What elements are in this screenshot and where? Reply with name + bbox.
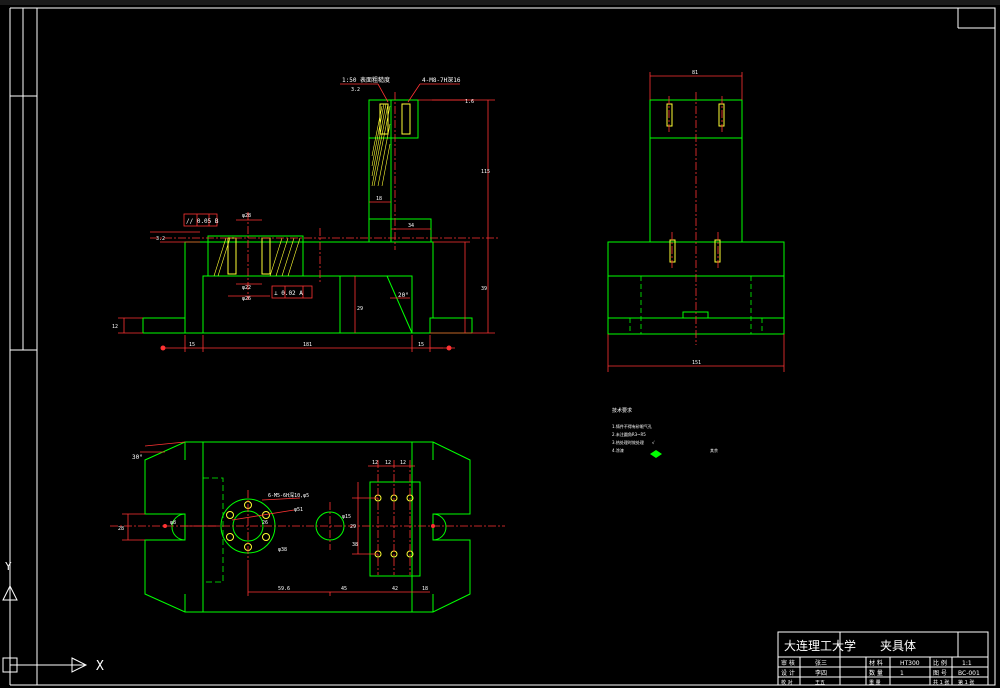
school-name: 大连理工大学 — [784, 638, 856, 653]
tb-r3-c1: 校 对 — [781, 679, 793, 686]
top-dim-b: 45 — [341, 586, 347, 592]
top-row-dim: 29 — [350, 524, 356, 530]
section-hatch — [213, 103, 391, 277]
tb-r1-c2: 张三 — [815, 659, 827, 667]
roughness-2: 1.6 — [465, 99, 474, 105]
note-2: 2.未注圆角R3~R5 — [612, 431, 646, 437]
dim-bore-b: φ26 — [242, 296, 251, 302]
tb-r1-c3: 材 料 — [869, 659, 883, 667]
note-3: 3.热处理时效处理 — [612, 439, 644, 445]
ucs-icon[interactable] — [2, 584, 88, 673]
ucs-y-label: Y — [5, 560, 12, 573]
notes-side-mark: √ — [652, 440, 655, 445]
top-dim-small: φ8 — [170, 520, 176, 526]
dim-angle: 20° — [398, 292, 409, 299]
tb-r1-c6: 1:1 — [962, 660, 972, 667]
dim-bore-top: φ28 — [242, 213, 251, 219]
dim-slot-width: 34 — [408, 223, 414, 229]
top-dim-d: 18 — [422, 586, 428, 592]
tb-r3-c3: 重 量 — [869, 679, 881, 686]
tb-r2-c3: 数 量 — [869, 669, 883, 677]
top-dim-hole: φ15 — [342, 514, 351, 520]
tol-perpendicular: ⊥ 0.02 A — [274, 290, 303, 297]
tb-r2-c4: 1 — [900, 670, 904, 677]
top-dim-pcd: φ51 — [294, 507, 303, 513]
top-hole-callout: 6-M5-6H深10,φ5 — [268, 492, 309, 499]
notes-heading: 技术要求 — [612, 407, 632, 414]
tb-r2-c2: 李四 — [815, 669, 827, 677]
dim-col-width: 18 — [376, 196, 382, 202]
notes-roughness-label: 其余 — [710, 447, 718, 453]
roughness-symbol-icon — [650, 450, 662, 458]
dim-width-total: 181 — [303, 342, 312, 348]
top-dim-bore: φ38 — [278, 547, 287, 553]
front-view: 1:50 表面粗糙度 4-M8-7H深16 115 39 181 15 15 3… — [112, 76, 500, 352]
top-center-offset: 26 — [262, 520, 268, 526]
front-callout-thread: 4-M8-7H深16 — [422, 76, 461, 84]
title-block-text: 大连理工大学 夹具体 审 核 张三 材 料 HT300 比 例 1:1 设 计 … — [781, 638, 980, 686]
tb-r1-c1: 审 核 — [781, 659, 795, 667]
tol-parallel: // 0.05 B — [186, 218, 219, 225]
part-name: 夹具体 — [880, 639, 916, 653]
tb-r2-c6: BC-001 — [958, 670, 980, 677]
roughness-1: 3.2 — [156, 236, 165, 242]
tb-r1-c5: 比 例 — [933, 659, 947, 667]
dim-inner-height: 29 — [357, 306, 363, 312]
tb-r3-c5: 共 1 张 — [933, 679, 949, 686]
top-angle: 30° — [132, 454, 143, 461]
ucs-x-label: X — [96, 659, 104, 674]
note-1: 1.铸件不得有砂眼气孔 — [612, 423, 652, 429]
side-dim-top: 81 — [692, 70, 698, 76]
dim-bore-a: φ22 — [242, 285, 251, 291]
drawing-border — [9, 7, 996, 686]
dim-base-height: 12 — [112, 324, 118, 330]
top-row-dim-right: 38 — [352, 542, 358, 548]
tb-r2-c1: 设 计 — [781, 669, 795, 677]
top-dim-width: 28 — [118, 526, 124, 532]
dim-left-ext: 15 — [189, 342, 195, 348]
top-view: 30° 6-M5-6H深10,φ5 φ51 φ38 φ15 φ8 28 59.6… — [110, 441, 505, 613]
dim-height-body: 39 — [481, 286, 487, 292]
dim-right-ext: 15 — [418, 342, 424, 348]
cad-drawing-canvas[interactable]: 1:50 表面粗糙度 4-M8-7H深16 115 39 181 15 15 3… — [0, 5, 1000, 688]
top-col-dim-1: 12 — [372, 460, 378, 466]
top-col-dim-2: 12 — [385, 460, 391, 466]
tb-r1-c4: HT300 — [900, 660, 920, 667]
front-callout-roughness: 1:50 表面粗糙度 — [342, 76, 390, 84]
tb-r3-c2: 王五 — [815, 680, 825, 686]
side-view: 81 151 — [607, 70, 785, 372]
top-dim-c: 42 — [392, 586, 398, 592]
tb-r2-c5: 图 号 — [933, 670, 947, 677]
top-col-dim-3: 12 — [400, 460, 406, 466]
dim-height-total: 115 — [481, 169, 490, 175]
side-dim-bottom: 151 — [692, 360, 701, 366]
tb-r3-c6: 第 1 张 — [958, 679, 974, 686]
top-dim-a: 59.6 — [278, 586, 290, 592]
technical-notes: 技术要求 1.铸件不得有砂眼气孔 2.未注圆角R3~R5 3.热处理时效处理 4… — [612, 407, 718, 458]
note-4: 4.涂漆 — [612, 447, 624, 453]
roughness-3: 3.2 — [351, 87, 360, 93]
